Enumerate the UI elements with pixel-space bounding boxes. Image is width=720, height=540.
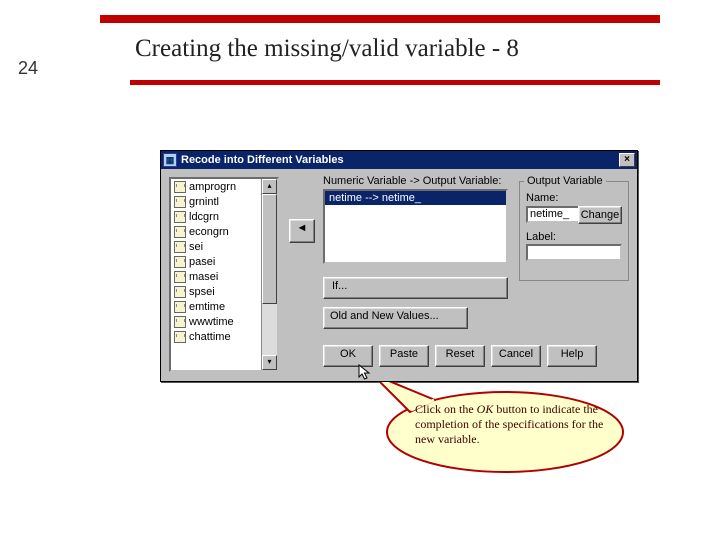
change-button[interactable]: Change <box>578 206 622 224</box>
variable-icon <box>174 316 186 328</box>
variable-icon <box>174 286 186 298</box>
scroll-thumb[interactable] <box>262 194 277 304</box>
variable-icon <box>174 211 186 223</box>
scroll-down-button[interactable]: ▾ <box>262 355 277 370</box>
variable-label: emtime <box>189 301 225 313</box>
variable-label: sei <box>189 241 203 253</box>
variable-label: grnintl <box>189 196 219 208</box>
close-button[interactable]: × <box>619 153 635 167</box>
help-button[interactable]: Help <box>547 345 597 367</box>
output-variable-group: Output Variable Name: netime_ Change Lab… <box>519 181 629 281</box>
variable-icon <box>174 226 186 238</box>
callout: Click on the OK button to indicate the c… <box>380 382 630 477</box>
variable-icon <box>174 196 186 208</box>
page-number: 24 <box>18 58 38 79</box>
variable-icon <box>174 331 186 343</box>
callout-text: Click on the OK button to indicate the c… <box>415 402 605 447</box>
old-new-values-button[interactable]: Old and New Values... <box>323 307 468 329</box>
variable-label: amprogrn <box>189 181 236 193</box>
variable-icon <box>174 301 186 313</box>
variable-label: spsei <box>189 286 215 298</box>
cancel-button[interactable]: Cancel <box>491 345 541 367</box>
mapping-row-selected[interactable]: netime --> netime_ <box>325 191 506 205</box>
variable-icon <box>174 241 186 253</box>
scroll-up-button[interactable]: ▴ <box>262 179 277 194</box>
reset-button[interactable]: Reset <box>435 345 485 367</box>
variable-listbox[interactable]: amprogrn grnintl ldcgrn econgrn sei pasei mase… <box>169 177 279 372</box>
dialog-title: Recode into Different Variables <box>181 154 344 166</box>
output-label-input[interactable] <box>526 244 622 261</box>
paste-button[interactable]: Paste <box>379 345 429 367</box>
output-variable-legend: Output Variable <box>524 175 606 187</box>
variable-label: masei <box>189 271 218 283</box>
dialog-titlebar[interactable]: ▦ Recode into Different Variables × <box>161 151 637 169</box>
system-menu-icon[interactable]: ▦ <box>163 153 177 167</box>
slide-title: Creating the missing/valid variable - 8 <box>135 35 519 63</box>
output-label-label: Label: <box>526 231 622 243</box>
variable-label: econgrn <box>189 226 229 238</box>
dialog-button-row: OK Paste Reset Cancel Help <box>323 345 597 367</box>
callout-em: OK <box>477 402 494 416</box>
recode-dialog: ▦ Recode into Different Variables × ampr… <box>160 150 638 382</box>
variable-icon <box>174 256 186 268</box>
mapping-listbox[interactable]: netime --> netime_ <box>323 189 508 264</box>
dialog-body: amprogrn grnintl ldcgrn econgrn sei pasei mase… <box>161 169 637 381</box>
listbox-scrollbar[interactable]: ▴ ▾ <box>261 179 277 370</box>
mapping-label: Numeric Variable -> Output Variable: <box>323 175 501 187</box>
if-button[interactable]: If... <box>323 277 508 299</box>
ok-button[interactable]: OK <box>323 345 373 367</box>
output-name-label: Name: <box>526 192 622 204</box>
variable-label: pasei <box>189 256 215 268</box>
variable-label: chattime <box>189 331 231 343</box>
callout-pre: Click on the <box>415 402 477 416</box>
variable-label: ldcgrn <box>189 211 219 223</box>
variable-label: wwwtime <box>189 316 234 328</box>
variable-icon <box>174 271 186 283</box>
move-variable-button[interactable]: ◄ <box>289 219 315 243</box>
mid-accent-bar <box>130 80 660 85</box>
top-accent-bar <box>100 15 660 23</box>
variable-icon <box>174 181 186 193</box>
